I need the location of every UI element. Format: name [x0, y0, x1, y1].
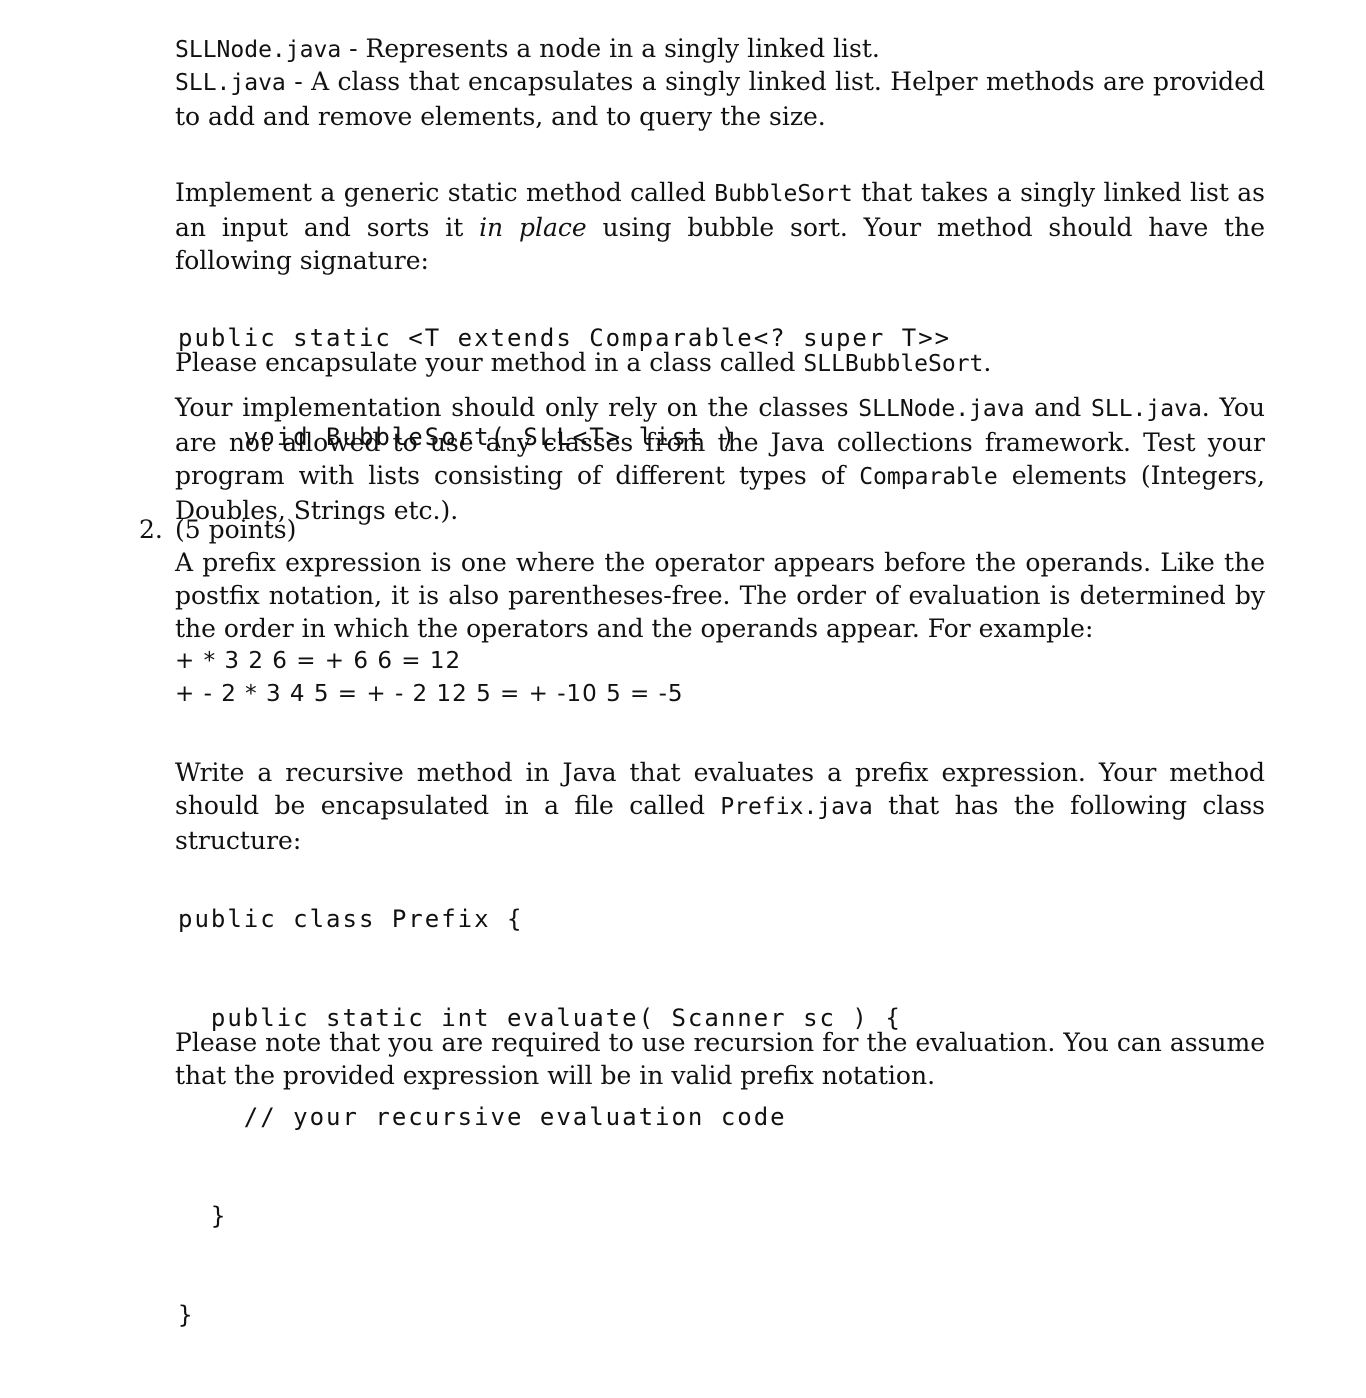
- prefix-example-2: + - 2 * 3 4 5 = + - 2 12 5 = + -10 5 = -…: [175, 681, 684, 707]
- sll-file-name: SLL.java: [175, 70, 286, 96]
- encapsulate-text-1: Please encapsulate your method in a clas…: [175, 348, 804, 377]
- code-line-5: }: [178, 1301, 195, 1329]
- bubblesort-method-name: BubbleSort: [714, 181, 853, 207]
- implementation-constraints-paragraph: Your implementation should only rely on …: [175, 391, 1265, 527]
- encapsulate-text-2: .: [983, 348, 992, 377]
- prefix-class-code: public class Prefix { public static int …: [178, 837, 902, 1398]
- sllnode-text: - Represents a node in a singly linked l…: [341, 34, 880, 63]
- recursion-note-paragraph: Please note that you are required to use…: [175, 1028, 1265, 1090]
- assignment-page: SLLNode.java - Represents a node in a si…: [0, 0, 1366, 1329]
- rely-text-1: Your implementation should only rely on …: [175, 393, 859, 422]
- code-line-4: }: [178, 1202, 228, 1230]
- in-place-emphasis: in place: [479, 213, 587, 242]
- prefix-example-1: + * 3 2 6 = + 6 6 = 12: [175, 648, 462, 674]
- sll-text: - A class that encapsulates a singly lin…: [175, 67, 1265, 131]
- rely-text-2: and: [1024, 393, 1092, 422]
- encapsulate-paragraph: Please encapsulate your method in a clas…: [175, 346, 1265, 381]
- comparable-type-name: Comparable: [859, 464, 998, 490]
- code-line-3: // your recursive evaluation code: [178, 1103, 787, 1131]
- sllbubblesort-class-name: SLLBubbleSort: [803, 351, 984, 377]
- rely-sll-file: SLL.java: [1091, 396, 1202, 422]
- rely-sllnode-file: SLLNode.java: [858, 396, 1025, 422]
- implement-text-1: Implement a generic static method called: [175, 178, 715, 207]
- sllnode-file-name: SLLNode.java: [175, 37, 342, 63]
- prefix-file-name: Prefix.java: [720, 794, 873, 820]
- prefix-intro-paragraph: A prefix expression is one where the ope…: [175, 548, 1265, 643]
- question-points: (5 points): [175, 515, 297, 544]
- code-line-1: public class Prefix {: [178, 905, 524, 933]
- question-number: 2.: [139, 515, 163, 544]
- sllnode-description: SLLNode.java - Represents a node in a si…: [175, 32, 1265, 67]
- sll-description: SLL.java - A class that encapsulates a s…: [175, 65, 1265, 133]
